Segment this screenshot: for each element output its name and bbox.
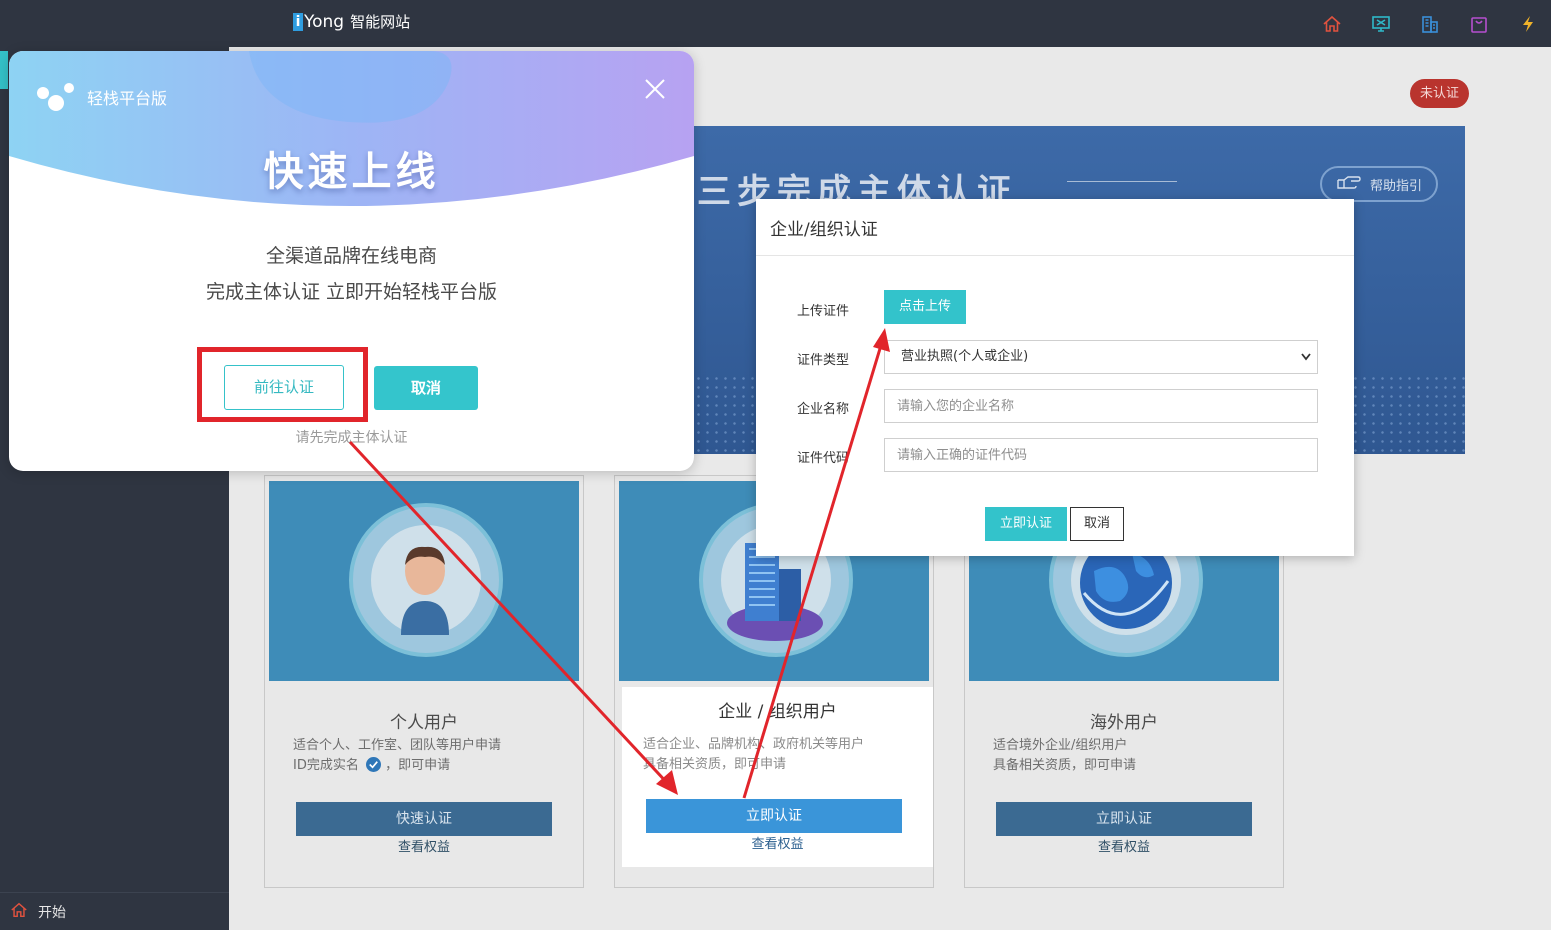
quick-verify-button[interactable]: 快速认证 (296, 802, 552, 836)
home-icon (10, 901, 28, 923)
certificate-type-select[interactable]: 营业执照(个人或企业) (884, 340, 1318, 374)
help-guide-button[interactable]: 帮助指引 (1320, 166, 1438, 202)
verified-check-icon (366, 757, 381, 772)
promo-cancel-button[interactable]: 取消 (374, 366, 478, 410)
bag-icon[interactable] (1466, 11, 1492, 37)
certificate-code-input[interactable] (884, 438, 1318, 472)
home-icon[interactable] (1319, 11, 1345, 37)
promo-description: 完成主体认证 立即开始轻栈平台版 (205, 281, 498, 303)
personal-user-illustration (269, 481, 579, 681)
company-name-input[interactable] (884, 389, 1318, 423)
chevron-down-icon (1301, 341, 1311, 386)
enterprise-card-highlight: 企业 / 组织用户 适合企业、品牌机构、政府机关等用户 具备相关资质，即可申请 … (622, 687, 933, 867)
monitor-icon[interactable] (1368, 11, 1394, 37)
card-title: 海外用户 (1090, 713, 1158, 733)
dialog-cancel-button[interactable]: 取消 (1070, 507, 1124, 541)
company-name-label: 企业名称 (797, 402, 850, 417)
sidebar-item-label: 开始 (38, 904, 66, 921)
pointing-hand-icon (1336, 174, 1362, 194)
brand-subtitle: 智能网站 (350, 13, 411, 31)
promo-headline: 快速上线 (263, 149, 440, 195)
card-description-text: ，即可申请 (385, 758, 451, 773)
brand-name: Yong (304, 11, 345, 32)
card-personal-user: 个人用户 适合个人、工作室、团队等用户申请 ID完成实名 ，即可申请 快速认证 … (264, 475, 584, 888)
status-badge: 未认证 (1410, 79, 1470, 108)
promo-tagline: 全渠道品牌在线电商 (265, 245, 437, 267)
certificate-type-label: 证件类型 (797, 353, 850, 368)
promo-logo-label: 轻栈平台版 (87, 89, 168, 108)
enterprise-verification-dialog: 企业/组织认证 上传证件 点击上传 证件类型 营业执照(个人或企业) 企业名称 … (756, 199, 1354, 556)
sidebar-active-indicator (0, 51, 8, 89)
sidebar-item-start[interactable]: 开始 (0, 892, 229, 930)
annotation-highlight-box (197, 347, 368, 422)
verify-now-button[interactable]: 立即认证 (996, 802, 1252, 836)
dialog-divider (756, 255, 1354, 256)
card-title: 企业 / 组织用户 (718, 702, 837, 722)
person-avatar-icon (401, 546, 449, 635)
banner-divider (1067, 181, 1177, 182)
promo-logo: 轻栈平台版 (35, 81, 167, 113)
enterprise-verify-now-button[interactable]: 立即认证 (646, 799, 902, 833)
top-bar: i Yong 智能网站 (0, 0, 1551, 47)
card-title: 个人用户 (390, 713, 458, 733)
card-description: 适合企业、品牌机构、政府机关等用户 具备相关资质，即可申请 (643, 735, 913, 775)
view-benefits-link[interactable]: 查看权益 (965, 836, 1283, 855)
card-description-line: 具备相关资质，即可申请 (993, 758, 1137, 773)
upload-label: 上传证件 (797, 304, 850, 319)
qingzhan-logo-icon (37, 83, 74, 111)
lightning-icon[interactable] (1515, 11, 1541, 37)
card-description-text: ID完成实名 (293, 758, 359, 773)
card-description-line: ID完成实名 ，即可申请 (293, 756, 563, 776)
brand-logo[interactable]: i Yong 智能网站 (293, 11, 410, 32)
close-icon[interactable] (643, 77, 667, 101)
dialog-title: 企业/组织认证 (770, 220, 878, 240)
building-icon[interactable] (1417, 11, 1443, 37)
help-guide-label: 帮助指引 (1369, 178, 1422, 194)
certificate-type-value: 营业执照(个人或企业) (901, 349, 1029, 364)
promo-note: 请先完成主体认证 (295, 430, 408, 446)
card-description-line: 适合个人、工作室、团队等用户申请 (293, 738, 502, 753)
card-description-line: 具备相关资质，即可申请 (643, 757, 787, 772)
certificate-code-label: 证件代码 (797, 451, 850, 466)
view-benefits-link[interactable]: 查看权益 (622, 833, 933, 852)
top-icon-group (1296, 11, 1541, 37)
card-description-line: 适合境外企业/组织用户 (993, 738, 1128, 753)
card-description-line: 适合企业、品牌机构、政府机关等用户 (643, 737, 865, 752)
submit-verification-button[interactable]: 立即认证 (985, 507, 1067, 541)
upload-button[interactable]: 点击上传 (884, 290, 966, 324)
card-description: 适合境外企业/组织用户 具备相关资质，即可申请 (993, 736, 1263, 776)
brand-mark: i (293, 12, 303, 31)
card-description: 适合个人、工作室、团队等用户申请 ID完成实名 ，即可申请 (293, 736, 563, 776)
view-benefits-link[interactable]: 查看权益 (265, 836, 583, 855)
